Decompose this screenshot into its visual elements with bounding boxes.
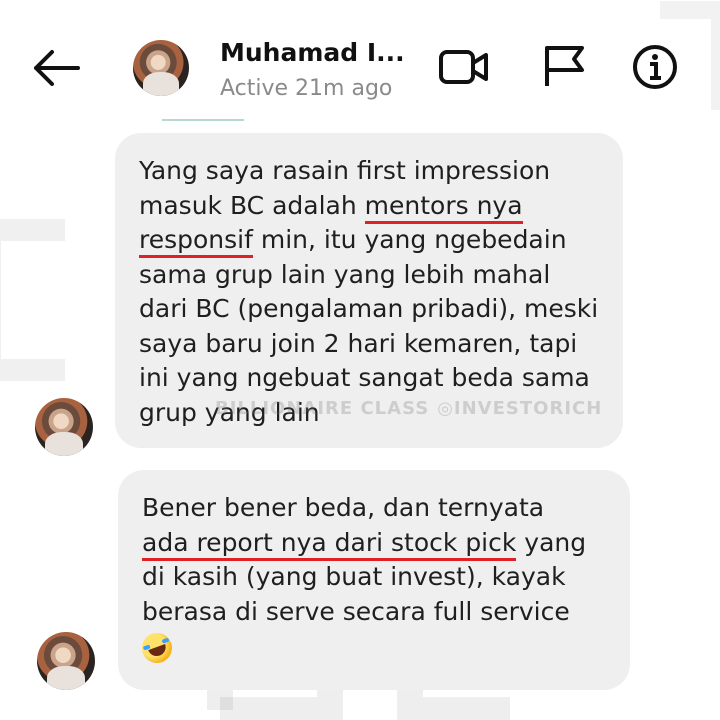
message-bubble-2[interactable]: Bener bener beda, dan ternyata ada report… xyxy=(118,470,630,690)
message-line: Yang saya rasain first impression xyxy=(139,154,601,189)
logo-watermark-left xyxy=(0,219,65,381)
message-text: sama grup lain yang lebih mahal xyxy=(139,259,551,289)
video-call-icon[interactable] xyxy=(437,44,491,90)
info-icon[interactable] xyxy=(631,44,685,90)
flag-icon[interactable] xyxy=(538,44,592,90)
sender-avatar[interactable] xyxy=(37,632,95,690)
chat-header: Muhamad I... Active 21m ago xyxy=(0,0,720,118)
message-line: masuk BC adalah mentors nya xyxy=(139,189,601,224)
message-text: Yang saya rasain first impression xyxy=(139,156,551,185)
message-line: responsif min, itu yang ngebedain xyxy=(139,223,601,258)
underlined-highlight: responsif xyxy=(139,225,253,258)
message-text: saya baru join 2 hari kemaren, tapi xyxy=(139,328,578,358)
message-text: yang xyxy=(516,527,587,557)
active-status: Active 21m ago xyxy=(220,76,393,101)
contact-avatar[interactable] xyxy=(133,40,189,96)
message-text: berasa di serve secara full service xyxy=(142,596,570,626)
message-line: saya baru join 2 hari kemaren, tapi xyxy=(139,327,601,362)
underlined-highlight: mentors nya xyxy=(364,190,523,224)
contact-name[interactable]: Muhamad I... xyxy=(220,38,405,67)
message-line: ada report nya dari stock pick yang xyxy=(142,526,608,561)
message-line: ini yang ngebuat sangat beda sama xyxy=(139,361,601,396)
message-text: ini yang ngebuat sangat beda sama xyxy=(139,363,590,392)
message-text: dari BC (pengalaman pribadi), meski xyxy=(139,294,599,323)
back-arrow-icon[interactable] xyxy=(30,46,82,90)
message-line: berasa di serve secara full service xyxy=(142,595,608,630)
message-text: masuk BC adalah xyxy=(139,190,365,220)
underlined-highlight: ada report nya dari stock pick xyxy=(142,527,517,561)
watermark-text: BILLIONAIRE CLASS ◎INVESTORICH xyxy=(215,398,603,419)
header-divider xyxy=(162,119,244,121)
sender-avatar[interactable] xyxy=(35,398,93,456)
message-text: di kasih (yang buat invest), kayak xyxy=(142,562,566,591)
message-line: Bener bener beda, dan ternyata xyxy=(142,491,608,526)
message-line: di kasih (yang buat invest), kayak xyxy=(142,560,608,595)
rolling-laughing-emoji-icon xyxy=(137,628,177,668)
message-line: dari BC (pengalaman pribadi), meski xyxy=(139,292,601,327)
message-text: min, itu yang ngebedain xyxy=(252,225,567,254)
message-line: sama grup lain yang lebih mahal xyxy=(139,258,601,293)
message-text: Bener bener beda, dan ternyata xyxy=(142,493,545,522)
